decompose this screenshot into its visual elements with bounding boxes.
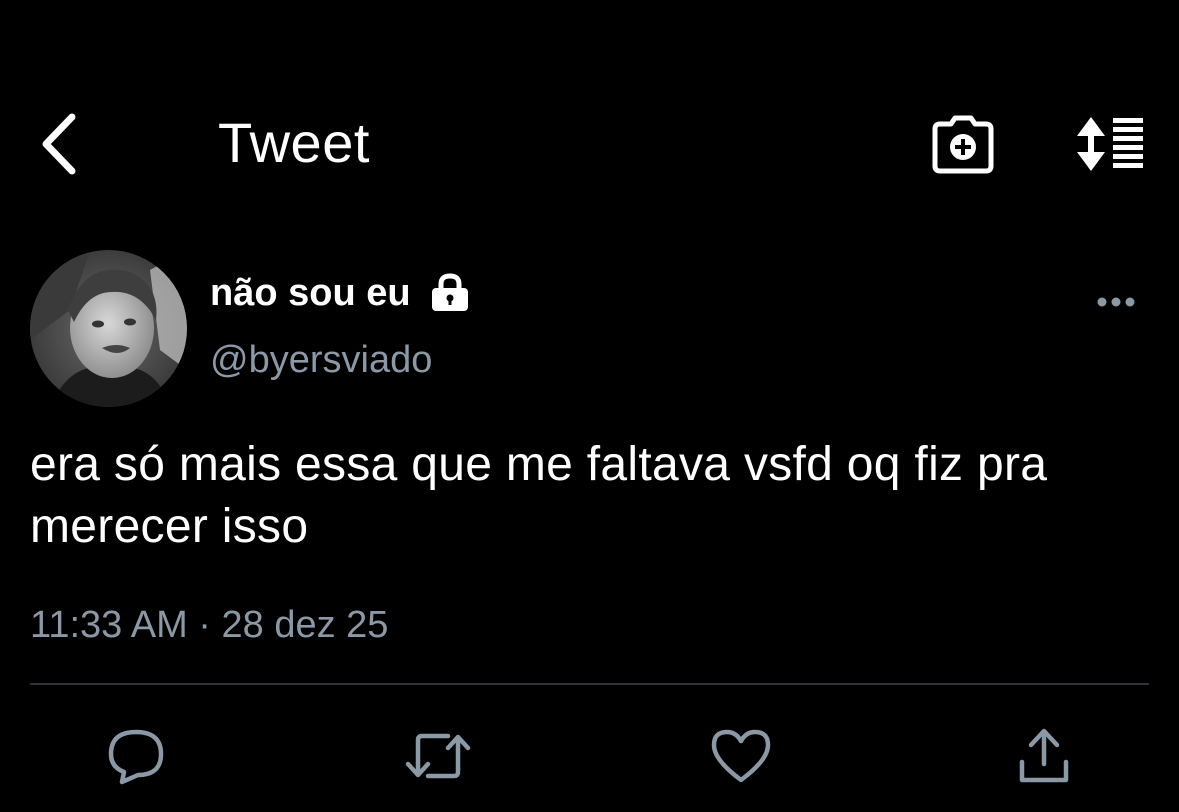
author-name-row: não sou eu	[210, 268, 471, 318]
more-horizontal-icon	[1097, 297, 1135, 307]
camera-button[interactable]	[925, 108, 1001, 180]
retweet-icon	[405, 733, 471, 779]
back-button[interactable]	[38, 108, 98, 180]
heart-icon	[711, 729, 771, 783]
tweet-timestamp: 11:33 AM · 28 dez 25	[30, 604, 389, 646]
sort-icon	[1077, 117, 1143, 171]
lock-icon	[431, 273, 468, 311]
user-handle[interactable]: @byersviado	[210, 335, 432, 385]
more-options-button[interactable]	[1088, 280, 1144, 324]
like-button[interactable]	[701, 720, 781, 792]
retweet-button[interactable]	[398, 720, 478, 792]
avatar[interactable]	[30, 250, 187, 407]
share-icon	[1019, 728, 1069, 783]
sort-button[interactable]	[1062, 108, 1152, 180]
avatar-image	[30, 250, 187, 407]
display-name[interactable]: não sou eu	[210, 268, 411, 318]
page-title: Tweet	[218, 111, 370, 174]
reply-button[interactable]	[96, 720, 176, 792]
share-button[interactable]	[1004, 720, 1084, 792]
chevron-left-icon	[42, 113, 76, 175]
tweet-text: era só mais essa que me faltava vsfd oq …	[30, 438, 1048, 553]
camera-plus-icon	[932, 115, 994, 174]
divider	[30, 683, 1149, 685]
reply-icon	[108, 729, 164, 785]
